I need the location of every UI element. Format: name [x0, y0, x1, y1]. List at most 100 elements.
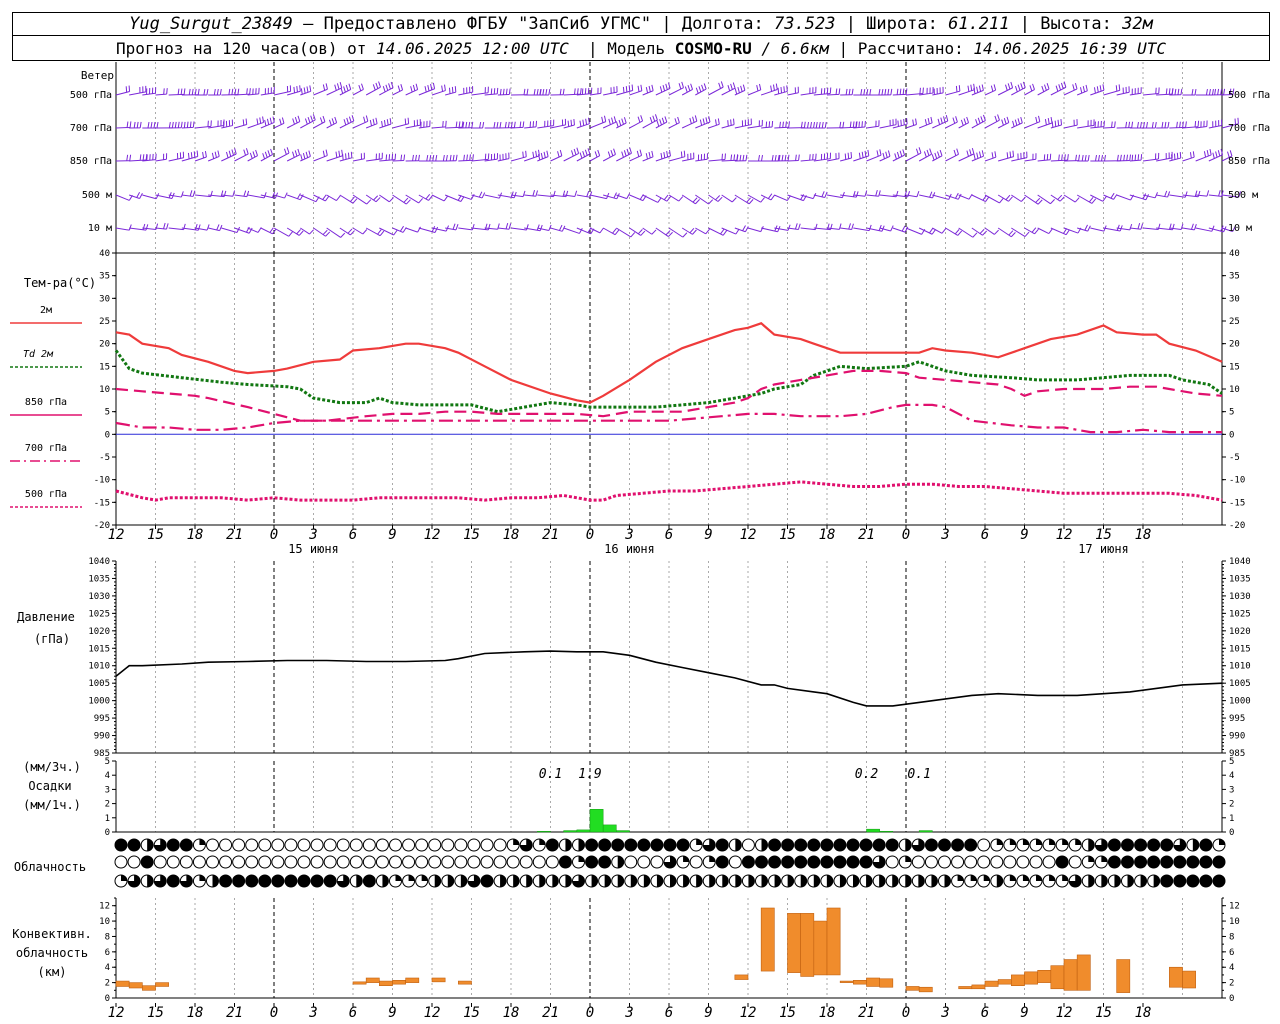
- convective-bar: [1182, 970, 1196, 989]
- wind-barb-feather: [391, 153, 394, 160]
- wind-barb: [853, 194, 866, 197]
- wind-barb-feather: [1072, 84, 1075, 91]
- wind-barb-feather: [1063, 81, 1067, 88]
- wind-barb-feather: [730, 154, 733, 161]
- cloud-symbol-fill: [1022, 875, 1029, 881]
- wind-barb-feather: [454, 86, 457, 93]
- cloud-symbol-fill: [1147, 839, 1160, 851]
- cloud-symbol-fill: [611, 839, 624, 851]
- cloud-symbol: [637, 855, 651, 869]
- y-tick-label: 0: [1229, 430, 1234, 440]
- cloud-symbol-fill: [774, 875, 781, 887]
- wind-barb-feather: [611, 117, 614, 124]
- cloud-symbol-fill: [1213, 856, 1225, 868]
- wind-barb-feather: [1140, 154, 1143, 161]
- wind-barb-feather: [535, 190, 539, 197]
- wind-barb-feather: [1174, 88, 1177, 95]
- wind-barb: [695, 194, 709, 205]
- cloud-symbol-fill: [546, 839, 559, 851]
- wind-barb-feather: [1048, 228, 1053, 234]
- wind-barb-feather: [571, 150, 574, 157]
- wind-barb: [945, 227, 959, 236]
- wind-barb-feather: [445, 154, 448, 162]
- wind-barb-feather: [299, 85, 301, 92]
- wind-barb-feather: [579, 152, 583, 159]
- wind-barb-feather: [294, 117, 298, 124]
- y-tick-label: -5: [1229, 453, 1240, 463]
- cloud-symbol: [1016, 855, 1030, 869]
- cloud-symbol-fill: [970, 875, 977, 881]
- wind-barb-feather: [1091, 198, 1097, 204]
- wind-barb-feather: [442, 154, 445, 162]
- wind-barb: [984, 156, 997, 162]
- cloud-symbol-fill: [382, 875, 389, 887]
- wind-barb-feather: [821, 191, 825, 198]
- cloud-symbol: [284, 855, 298, 869]
- y-tick-label: 8: [1229, 932, 1234, 942]
- cloud-symbol: [911, 855, 925, 869]
- y-tick-label: 25: [99, 317, 110, 327]
- y-tick-label: 1: [1229, 814, 1234, 824]
- cloud-symbol: [323, 838, 337, 852]
- wind-barb-feather: [994, 229, 999, 235]
- convective-bar: [984, 980, 999, 987]
- cloud-symbol-fill: [1036, 875, 1042, 881]
- cloud-symbol-fill: [271, 875, 284, 887]
- cloud-symbol: [532, 855, 546, 869]
- wind-barb-feather: [663, 151, 666, 159]
- wind-barb: [1156, 194, 1168, 198]
- wind-barb-feather: [502, 88, 505, 95]
- wind-barb: [273, 122, 285, 129]
- wind-barb-feather: [1074, 82, 1078, 90]
- wind-barb-feather: [969, 149, 972, 156]
- wind-barb-feather: [1009, 151, 1012, 158]
- wind-barb: [405, 227, 418, 233]
- convective-bar: [1076, 954, 1091, 991]
- wind-barb-feather: [442, 121, 444, 128]
- wind-barb-feather: [194, 223, 198, 230]
- y-tick-label: 2: [1229, 979, 1234, 989]
- wind-barb-feather: [272, 116, 275, 123]
- wind-barb-feather: [905, 88, 908, 95]
- cloud-symbol-fill: [1108, 839, 1121, 851]
- y-tick-label: 30: [99, 294, 110, 304]
- wind-barb-feather: [1020, 116, 1023, 123]
- wind-barb: [1129, 227, 1142, 230]
- time-tick-label: 12: [1056, 1005, 1073, 1021]
- cloud-symbol-fill: [447, 874, 454, 887]
- time-tick-label: 21: [226, 1005, 243, 1021]
- wind-barb-feather: [994, 151, 997, 158]
- wind-barb-feather: [695, 87, 699, 94]
- wind-barb: [365, 227, 381, 237]
- wind-barb-feather: [608, 118, 611, 125]
- wind-barb-feather: [543, 151, 546, 158]
- cloud-symbol-fill: [794, 839, 807, 851]
- y-tick-label: 40: [99, 249, 110, 259]
- conv-unit: (км): [38, 965, 67, 979]
- cloud-symbol-fill: [853, 875, 859, 887]
- wind-barb-feather: [259, 117, 262, 124]
- wind-barb-feather: [1119, 154, 1122, 161]
- cloud-symbol-fill: [1062, 875, 1069, 881]
- wind-barb-feather: [204, 150, 207, 158]
- wind-barb-feather: [394, 153, 397, 160]
- convective-bar: [1011, 974, 1025, 986]
- cloud-symbol: [454, 855, 468, 869]
- convective-bar: [853, 980, 867, 985]
- cloud-symbol-fill: [957, 875, 964, 881]
- wind-barb-feather: [279, 118, 282, 125]
- convective-bar: [115, 980, 130, 987]
- wind-barb-feather: [845, 88, 848, 95]
- wind-barb-feather: [425, 193, 431, 200]
- cloud-symbol: [402, 855, 416, 869]
- wind-barb-feather: [689, 227, 695, 234]
- wind-barb-feather: [298, 230, 304, 236]
- wind-barb-feather: [180, 191, 184, 198]
- wind-barb-feather: [1084, 154, 1087, 162]
- wind-barb-feather: [508, 88, 511, 95]
- wind-level-label: 500 м: [82, 190, 112, 201]
- wind-barb: [115, 126, 131, 129]
- cloud-symbol-fill: [709, 856, 716, 862]
- wind-barb-feather: [786, 85, 788, 92]
- convective-bar: [405, 977, 420, 983]
